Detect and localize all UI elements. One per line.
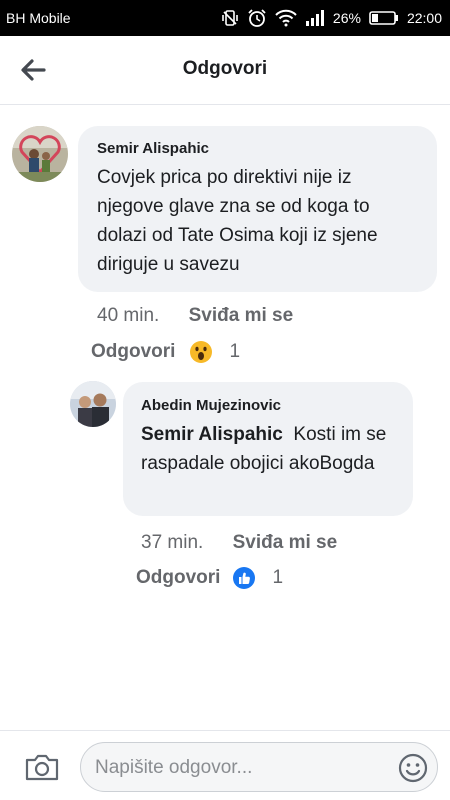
reaction-count: 1 — [272, 567, 284, 588]
comment-meta-row: 40 min. Sviđa mi se — [97, 305, 293, 327]
reply-actions-row: Odgovori 1 — [136, 566, 283, 590]
vibrate-icon — [221, 9, 239, 27]
alarm-icon — [247, 8, 267, 28]
header-bar: Odgovori — [0, 36, 450, 105]
comment-author[interactable]: Semir Alispahic — [97, 140, 419, 157]
wow-reaction-icon[interactable] — [189, 340, 213, 364]
avatar-semir[interactable] — [12, 126, 68, 182]
wifi-icon — [275, 9, 297, 27]
reply-bubble: Abedin Mujezinovic Semir Alispahic Kosti… — [123, 382, 413, 516]
reply-text: Semir Alispahic Kosti im se raspadale ob… — [141, 420, 397, 478]
avatar-abedin[interactable] — [70, 381, 116, 427]
carrier-name: BH Mobile — [6, 10, 71, 26]
like-reaction-icon[interactable] — [232, 566, 256, 590]
comment-actions-row: Odgovori 1 — [91, 340, 240, 364]
reply-meta-row: 37 min. Sviđa mi se — [141, 532, 337, 554]
emoji-button[interactable] — [397, 752, 429, 784]
reply-button[interactable]: Odgovori — [136, 567, 220, 589]
status-bar: BH Mobile 26% 22:00 — [0, 0, 450, 36]
camera-button[interactable] — [24, 752, 60, 782]
reply-author[interactable]: Abedin Mujezinovic — [141, 397, 397, 414]
comment-text: Covjek prica po direktivi nije iz njegov… — [97, 167, 378, 275]
reply-button[interactable]: Odgovori — [91, 341, 175, 363]
status-icons: 26% 22:00 — [221, 8, 442, 28]
battery-percent: 26% — [332, 10, 361, 26]
like-button[interactable]: Sviđa mi se — [233, 532, 338, 553]
page-title: Odgovori — [182, 58, 268, 79]
reply-input-box[interactable] — [80, 742, 438, 792]
comment-timestamp: 40 min. — [97, 305, 160, 326]
comment-bubble: Semir Alispahic Covjek prica po direktiv… — [78, 126, 437, 292]
clock-time: 22:00 — [406, 10, 442, 26]
mention-link[interactable]: Semir Alispahic — [141, 424, 283, 445]
reply-input[interactable] — [93, 751, 387, 785]
signal-icon — [305, 10, 325, 26]
like-button[interactable]: Sviđa mi se — [189, 305, 294, 326]
reply-timestamp: 37 min. — [141, 532, 204, 553]
screen: BH Mobile 26% 22:00 Odgovori Semir Alisp… — [0, 0, 450, 800]
battery-icon — [369, 10, 399, 26]
reaction-count: 1 — [229, 341, 241, 362]
camera-icon — [25, 754, 59, 781]
emoji-smile-icon — [398, 753, 428, 783]
reply-composer — [0, 730, 450, 800]
